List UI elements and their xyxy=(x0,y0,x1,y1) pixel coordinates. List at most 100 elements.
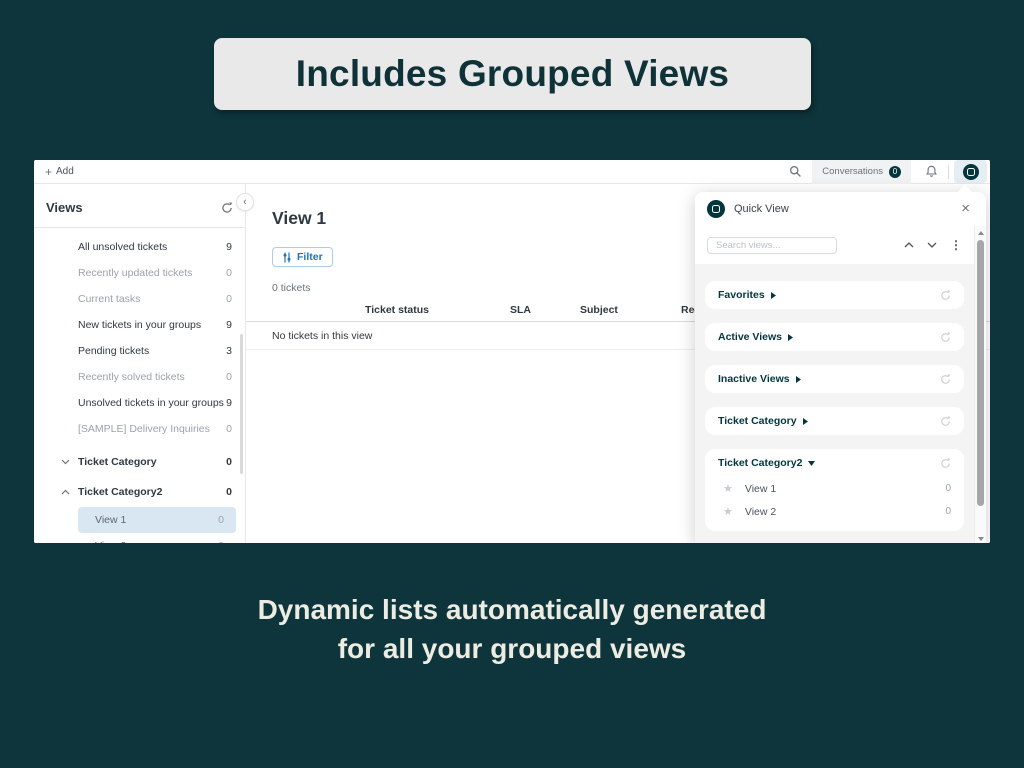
chevron-up-icon xyxy=(61,489,75,495)
refresh-icon[interactable] xyxy=(940,458,951,469)
star-icon: ★ xyxy=(723,482,733,495)
quick-view-section-card: Ticket Category2★View 10★View 20 xyxy=(705,449,964,531)
refresh-icon[interactable] xyxy=(940,332,951,343)
quick-view-section-card: Favorites xyxy=(705,281,964,309)
quick-view-list-item[interactable]: ★ View 10 xyxy=(718,477,951,500)
close-icon[interactable]: × xyxy=(961,202,970,216)
chevron-down-icon xyxy=(61,459,75,465)
refresh-icon[interactable] xyxy=(940,290,951,301)
view-item-count: 9 xyxy=(226,397,232,409)
star-icon: ★ xyxy=(723,505,733,518)
sidebar-subview-item[interactable]: View 20 xyxy=(78,533,236,543)
view-item-label: Pending tickets xyxy=(78,345,226,357)
caret-right-icon xyxy=(803,418,808,425)
empty-state-message: No tickets in this view xyxy=(246,330,372,342)
group-count: 0 xyxy=(226,486,232,498)
section-header-row[interactable]: Inactive Views xyxy=(718,365,951,393)
refresh-icon[interactable] xyxy=(940,374,951,385)
sidebar-view-item[interactable]: Current tasks0 xyxy=(34,286,245,312)
quick-view-app-icon xyxy=(963,164,979,180)
group-count: 0 xyxy=(226,456,232,468)
kebab-menu-icon[interactable]: ⋮ xyxy=(950,238,962,252)
quick-view-list-item[interactable]: ★View 20 xyxy=(718,500,951,523)
sidebar-view-item[interactable]: All unsolved tickets9 xyxy=(34,234,245,260)
caret-right-icon xyxy=(796,376,801,383)
caret-down-icon xyxy=(808,461,815,466)
sidebar-subview-item[interactable]: View 10 xyxy=(78,507,236,533)
caption: Dynamic lists automatically generated fo… xyxy=(0,590,1024,668)
view-item-label: Recently updated tickets xyxy=(78,267,226,279)
section-header-row[interactable]: Active Views xyxy=(718,323,951,351)
sidebar-view-item[interactable]: [SAMPLE] Delivery Inquiries0 xyxy=(34,416,245,442)
scroll-down-arrow[interactable] xyxy=(978,537,984,541)
view-item-label: [SAMPLE] Delivery Inquiries xyxy=(78,423,226,435)
quick-view-launcher-button[interactable] xyxy=(954,160,987,183)
section-label: Favorites xyxy=(718,289,765,301)
scroll-up-arrow[interactable] xyxy=(978,231,984,235)
view-item-count: 0 xyxy=(226,423,232,435)
notifications-bell-icon[interactable] xyxy=(925,165,938,178)
quick-view-section-card: Inactive Views xyxy=(705,365,964,393)
page-background: Includes Grouped Views + Add Conversatio… xyxy=(0,0,1024,768)
filter-button-label: Filter xyxy=(297,251,323,263)
search-icon[interactable] xyxy=(789,165,802,178)
refresh-icon[interactable] xyxy=(221,200,233,214)
view-item-label: Recently solved tickets xyxy=(78,371,226,383)
sidebar-view-item[interactable]: Recently solved tickets0 xyxy=(34,364,245,390)
views-panel-title: Views xyxy=(46,200,83,215)
item-count: 0 xyxy=(945,483,951,494)
quick-view-section-card: Active Views xyxy=(705,323,964,351)
conversations-label: Conversations xyxy=(822,166,883,177)
chevron-up-icon[interactable] xyxy=(904,242,914,248)
add-button[interactable]: + Add xyxy=(45,166,74,177)
refresh-icon[interactable] xyxy=(940,416,951,427)
caret-right-icon xyxy=(788,334,793,341)
view-item-count: 0 xyxy=(226,371,232,383)
section-label: Inactive Views xyxy=(718,373,790,385)
item-label: View 1 xyxy=(745,483,946,495)
section-header-row[interactable]: Ticket Category2 xyxy=(718,449,951,477)
quick-view-toolbar: ⋮ xyxy=(695,226,986,264)
page-title: Includes Grouped Views xyxy=(296,53,729,95)
plus-icon: + xyxy=(45,167,52,177)
group-label: Ticket Category xyxy=(75,456,226,468)
search-views-input[interactable] xyxy=(707,237,837,254)
caption-line-1: Dynamic lists automatically generated xyxy=(0,590,1024,629)
section-header-row[interactable]: Ticket Category xyxy=(718,407,951,435)
sidebar-view-item[interactable]: Unsolved tickets in your groups9 xyxy=(34,390,245,416)
view-item-count: 0 xyxy=(226,267,232,279)
sidebar-view-item[interactable]: Recently updated tickets0 xyxy=(34,260,245,286)
filter-button[interactable]: Filter xyxy=(272,247,333,267)
sidebar-view-item[interactable]: New tickets in your groups9 xyxy=(34,312,245,338)
section-label: Active Views xyxy=(718,331,782,343)
quick-view-section-card: Ticket Category xyxy=(705,407,964,435)
sidebar-scrollbar-thumb[interactable] xyxy=(240,334,243,474)
quick-view-sections: Favorites Active Views Inactive Views Ticke… xyxy=(695,264,974,543)
view-item-count: 0 xyxy=(226,293,232,305)
view-item-count: 3 xyxy=(226,345,232,357)
view-item-label: Unsolved tickets in your groups xyxy=(78,397,226,409)
sidebar-group-item[interactable]: Ticket Category20 xyxy=(34,477,245,507)
conversations-count-badge: 0 xyxy=(889,166,901,178)
subview-count: 0 xyxy=(218,540,224,543)
panel-scrollbar[interactable] xyxy=(974,226,986,543)
chevron-down-icon[interactable] xyxy=(927,242,937,248)
conversations-tab[interactable]: Conversations 0 xyxy=(812,160,911,184)
column-header: SLA xyxy=(510,304,531,316)
top-navigation-bar: + Add Conversations 0 xyxy=(34,160,990,184)
scrollbar-thumb[interactable] xyxy=(977,240,984,506)
view-item-label: All unsolved tickets xyxy=(78,241,226,253)
subview-label: View 1 xyxy=(95,514,218,526)
title-card: Includes Grouped Views xyxy=(214,38,811,110)
sidebar-collapse-button[interactable]: ‹ xyxy=(236,193,254,211)
view-item-label: New tickets in your groups xyxy=(78,319,226,331)
item-count: 0 xyxy=(945,506,951,517)
section-label: Ticket Category xyxy=(718,415,797,427)
section-label: Ticket Category2 xyxy=(718,457,802,469)
sidebar-group-item[interactable]: Ticket Category0 xyxy=(34,447,245,477)
topbar-divider xyxy=(948,165,949,179)
quick-view-icon xyxy=(707,200,725,218)
sidebar-view-item[interactable]: Pending tickets3 xyxy=(34,338,245,364)
section-header-row[interactable]: Favorites xyxy=(718,281,951,309)
subview-label: View 2 xyxy=(95,540,218,543)
